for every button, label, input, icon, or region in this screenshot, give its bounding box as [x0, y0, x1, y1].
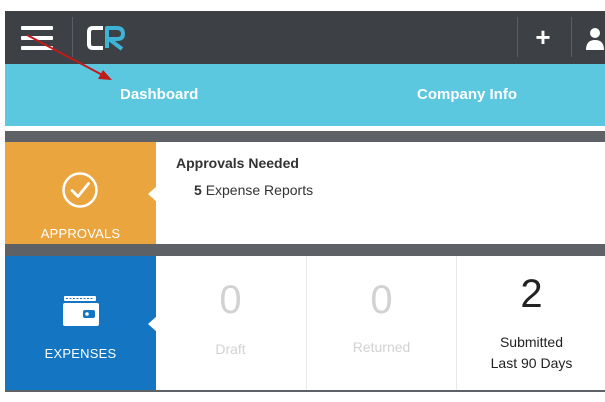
annotation-arrow-icon [26, 34, 112, 80]
